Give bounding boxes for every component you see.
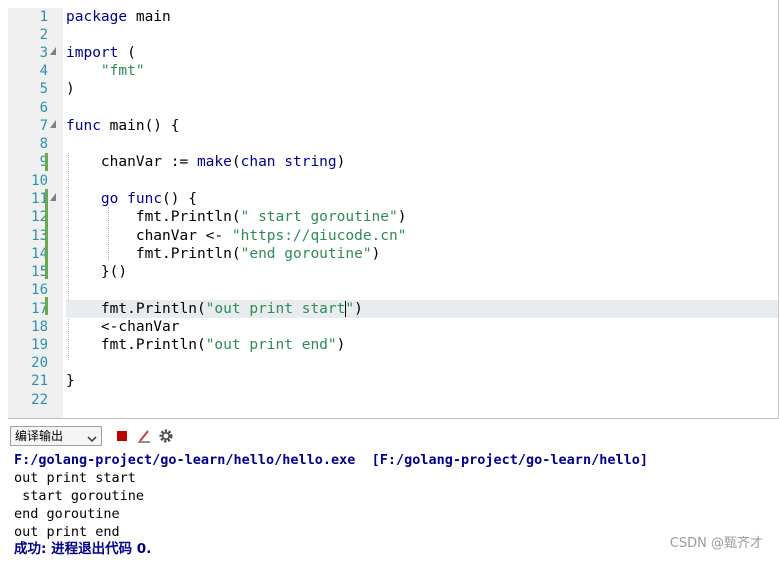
code-line-5: ) xyxy=(66,81,75,97)
line-number: 9 xyxy=(39,154,48,170)
line-number: 22 xyxy=(31,392,48,408)
line-number: 2 xyxy=(39,27,48,43)
line-number: 6 xyxy=(39,100,48,116)
code-line-3: import ( xyxy=(66,45,136,61)
code-line-11: go func() { xyxy=(100,191,197,207)
code-line-15: }() xyxy=(100,264,128,280)
line-number: 19 xyxy=(31,337,48,353)
output-line: start goroutine xyxy=(14,488,145,504)
code-line-13: chanVar <- "https://qiucode.cn" xyxy=(135,228,407,244)
line-number: 17 xyxy=(31,301,48,317)
code-line-17-current: fmt.Println("out print start") xyxy=(66,300,778,318)
watermark: CSDN @甄齐才 xyxy=(669,536,763,551)
output-result-line: 成功: 进程退出代码 0. xyxy=(14,541,152,557)
line-number: 1 xyxy=(39,9,48,25)
code-line-1: package main xyxy=(66,9,171,25)
code-line-12: fmt.Println(" start goroutine") xyxy=(135,209,407,225)
code-editor[interactable]: 1 2 3 4 5 6 7 8 9 10 11 12 13 14 15 16 17 18 19 20 21 22 pack… xyxy=(0,0,779,418)
code-line-19: fmt.Println("out print end") xyxy=(100,337,346,353)
line-number: 3 xyxy=(39,45,48,61)
change-bar xyxy=(45,153,48,171)
output-panel[interactable]: F:/golang-project/go-learn/hello/hello.e… xyxy=(8,450,779,561)
line-number: 10 xyxy=(31,173,48,189)
line-number: 7 xyxy=(39,118,48,134)
code-line-14: fmt.Println("end goroutine") xyxy=(135,246,381,262)
output-line: end goroutine xyxy=(14,506,120,522)
output-selector-value: 编译输出 xyxy=(15,429,64,443)
chevron-down-icon xyxy=(87,431,97,449)
line-number: 13 xyxy=(31,228,48,244)
line-number: 21 xyxy=(31,373,48,389)
gear-icon[interactable] xyxy=(158,428,174,444)
fold-marker-icon[interactable] xyxy=(50,120,56,128)
line-number: 20 xyxy=(31,355,48,371)
panel-divider[interactable] xyxy=(8,418,779,419)
line-number: 11 xyxy=(31,191,48,207)
output-toolbar: 编译输出 xyxy=(8,424,779,448)
fold-marker-icon[interactable] xyxy=(50,47,56,55)
line-number: 8 xyxy=(39,136,48,152)
line-number: 18 xyxy=(31,319,48,335)
line-number: 12 xyxy=(31,209,48,225)
code-line-9: chanVar := make(chan string) xyxy=(100,154,346,170)
line-number: 4 xyxy=(39,63,48,79)
code-line-21: } xyxy=(66,373,75,389)
output-selector[interactable]: 编译输出 xyxy=(10,426,102,446)
change-bar xyxy=(45,297,48,315)
output-line: out print start xyxy=(14,470,136,486)
line-number: 14 xyxy=(31,246,48,262)
output-command-line: F:/golang-project/go-learn/hello/hello.e… xyxy=(14,452,648,468)
stop-icon[interactable] xyxy=(114,428,130,444)
code-line-18: <-chanVar xyxy=(100,319,180,335)
line-number: 16 xyxy=(31,282,48,298)
clear-icon[interactable] xyxy=(136,428,152,444)
change-bar xyxy=(45,207,48,279)
line-number: 15 xyxy=(31,264,48,280)
code-line-4: "fmt" xyxy=(100,63,145,79)
output-line: out print end xyxy=(14,524,120,540)
fold-marker-icon[interactable] xyxy=(50,193,56,201)
change-bar xyxy=(45,189,48,207)
line-number: 5 xyxy=(39,81,48,97)
code-line-7: func main() { xyxy=(66,118,180,134)
